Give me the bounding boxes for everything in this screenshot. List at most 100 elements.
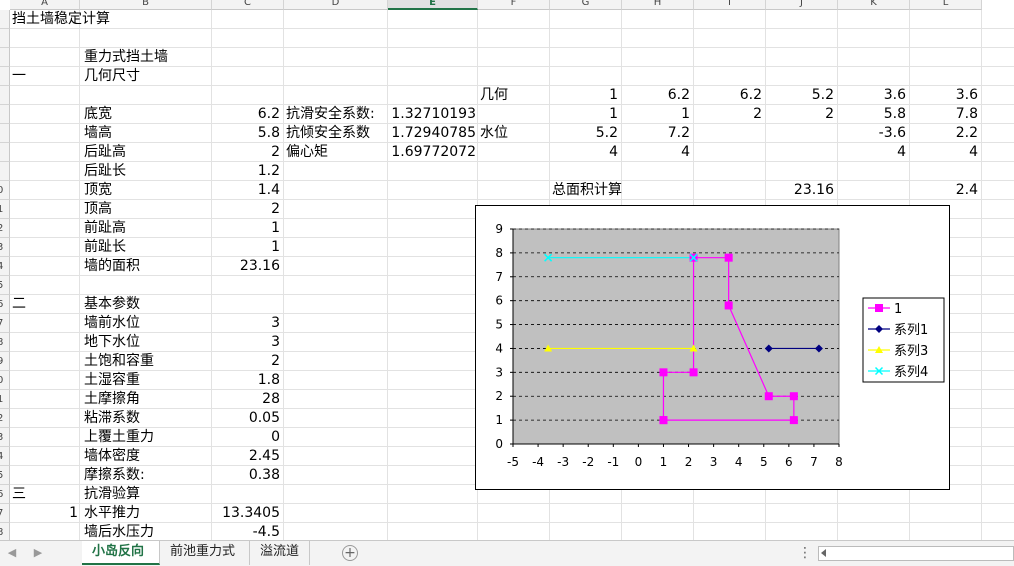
cell-wall-height-value[interactable]: 5.8 (212, 124, 280, 143)
row-header[interactable]: 3 (0, 238, 10, 257)
cell-heel-height-label[interactable]: 后趾高 (84, 143, 126, 162)
row-header[interactable]: 8 (0, 523, 10, 540)
cell-section3-label[interactable]: 抗滑验算 (84, 485, 140, 504)
row-header[interactable] (0, 162, 10, 181)
cell-ground-water-label[interactable]: 地下水位 (84, 333, 140, 352)
cell-water-r1-6[interactable]: 2.2 (910, 124, 978, 143)
cell-friction-angle-label[interactable]: 土摩擦角 (84, 390, 140, 409)
cell-heel-height-value[interactable]: 2 (212, 143, 280, 162)
column-header-E[interactable]: E (388, 0, 478, 10)
column-header-D[interactable]: D (284, 0, 388, 10)
cell-geo-x-1[interactable]: 1 (550, 86, 618, 105)
cell-wall-type[interactable]: 重力式挡土墙 (84, 48, 168, 67)
column-header-K[interactable]: K (838, 0, 910, 10)
cell-section1-label[interactable]: 几何尺寸 (84, 67, 140, 86)
cell-sat-weight-label[interactable]: 土饱和容重 (84, 352, 154, 371)
cell-section1-number[interactable]: 一 (12, 67, 26, 86)
scroll-left-icon[interactable] (821, 549, 826, 557)
cell-horizontal-thrust-label[interactable]: 水平推力 (84, 504, 140, 523)
row-header[interactable]: 1 (0, 200, 10, 219)
cell-water-r2-5[interactable]: 4 (838, 143, 906, 162)
add-sheet-icon[interactable]: + (342, 545, 358, 561)
cell-wall-density-label[interactable]: 墙体密度 (84, 447, 140, 466)
cell-cohesion-value[interactable]: 0.05 (212, 409, 280, 428)
row-header[interactable]: 2 (0, 219, 10, 238)
prev-sheet-icon[interactable]: ◀ (4, 545, 20, 561)
row-header[interactable]: 0 (0, 181, 10, 200)
row-header[interactable] (0, 10, 10, 29)
column-header-C[interactable]: C (212, 0, 284, 10)
cell-friction-coef-label[interactable]: 摩擦系数: (84, 466, 145, 485)
row-header[interactable]: 1 (0, 390, 10, 409)
row-header[interactable] (0, 105, 10, 124)
more-options-icon[interactable]: ⋮ (798, 545, 812, 561)
cell-geo-x-4[interactable]: 5.2 (766, 86, 834, 105)
spreadsheet-grid[interactable]: ABCDEFGHIJKL 0123456789012345678 挡土墙稳定计算… (0, 0, 1014, 540)
row-header[interactable] (0, 143, 10, 162)
cell-geo-y-4[interactable]: 2 (766, 105, 834, 124)
cell-title[interactable]: 挡土墙稳定计算 (12, 10, 110, 29)
row-header[interactable] (0, 29, 10, 48)
row-header[interactable]: 6 (0, 485, 10, 504)
row-header[interactable] (0, 67, 10, 86)
next-sheet-icon[interactable]: ▶ (30, 545, 46, 561)
cell-water-r1-2[interactable]: 7.2 (622, 124, 690, 143)
column-header-F[interactable]: F (478, 0, 550, 10)
cell-water-label[interactable]: 水位 (480, 124, 508, 143)
cell-water-r2-6[interactable]: 4 (910, 143, 978, 162)
cell-geo-y-6[interactable]: 7.8 (910, 105, 978, 124)
cell-wall-density-value[interactable]: 2.45 (212, 447, 280, 466)
cell-horizontal-thrust-value[interactable]: 13.3405 (212, 504, 280, 523)
cell-geo-x-5[interactable]: 3.6 (838, 86, 906, 105)
cell-total-area-extra[interactable]: 2.4 (910, 181, 978, 200)
cell-toe-height-value[interactable]: 1 (212, 219, 280, 238)
cell-heel-length-label[interactable]: 后趾长 (84, 162, 126, 181)
column-header-B[interactable]: B (80, 0, 212, 10)
cell-wet-weight-value[interactable]: 1.8 (212, 371, 280, 390)
cell-eccentric-label[interactable]: 偏心矩 (286, 143, 328, 162)
cell-water-r1-5[interactable]: -3.6 (838, 124, 906, 143)
cell-ground-water-value[interactable]: 3 (212, 333, 280, 352)
column-header-A[interactable]: A (10, 0, 80, 10)
cell-toe-length-label[interactable]: 前趾长 (84, 238, 126, 257)
cell-wet-weight-label[interactable]: 土湿容重 (84, 371, 140, 390)
cell-section3-number[interactable]: 三 (12, 485, 26, 504)
cell-heel-length-value[interactable]: 1.2 (212, 162, 280, 181)
row-header[interactable]: 6 (0, 295, 10, 314)
cell-top-height-label[interactable]: 顶高 (84, 200, 112, 219)
cell-wall-area-value[interactable]: 23.16 (212, 257, 280, 276)
row-header[interactable]: 7 (0, 504, 10, 523)
cell-geo-y-1[interactable]: 1 (550, 105, 618, 124)
row-header[interactable]: 5 (0, 276, 10, 295)
row-header[interactable]: 4 (0, 257, 10, 276)
cell-overburden-label[interactable]: 上覆土重力 (84, 428, 154, 447)
cell-item1-number[interactable]: 1 (12, 504, 78, 523)
cell-bottom-width-label[interactable]: 底宽 (84, 105, 112, 124)
cell-section2-label[interactable]: 基本参数 (84, 295, 140, 314)
cell-overturn-factor-value[interactable]: 1.72940785 (390, 124, 476, 143)
cell-friction-coef-value[interactable]: 0.38 (212, 466, 280, 485)
cell-geo-x-2[interactable]: 6.2 (622, 86, 690, 105)
row-header[interactable]: 3 (0, 428, 10, 447)
cell-wall-height-label[interactable]: 墙高 (84, 124, 112, 143)
cell-geo-y-3[interactable]: 2 (694, 105, 762, 124)
cell-bottom-width-value[interactable]: 6.2 (212, 105, 280, 124)
cell-eccentric-value[interactable]: 1.69772072 (390, 143, 476, 162)
cell-geo-x-6[interactable]: 3.6 (910, 86, 978, 105)
cell-total-area-label[interactable]: 总面积计算 (552, 181, 622, 200)
cell-toe-height-label[interactable]: 前趾高 (84, 219, 126, 238)
cell-back-water-label[interactable]: 墙后水压力 (84, 523, 154, 540)
cell-water-r1-1[interactable]: 5.2 (550, 124, 618, 143)
column-header-J[interactable]: J (766, 0, 838, 10)
column-header-H[interactable]: H (622, 0, 694, 10)
row-header[interactable] (0, 124, 10, 143)
cell-geo-y-2[interactable]: 1 (622, 105, 690, 124)
cell-toe-length-value[interactable]: 1 (212, 238, 280, 257)
sheet-tab-2[interactable]: 前池重力式 (160, 541, 250, 565)
cell-geo-x-3[interactable]: 6.2 (694, 86, 762, 105)
cell-water-r2-1[interactable]: 4 (550, 143, 618, 162)
cell-sat-weight-value[interactable]: 2 (212, 352, 280, 371)
cell-top-width-value[interactable]: 1.4 (212, 181, 280, 200)
row-header[interactable]: 8 (0, 333, 10, 352)
cell-total-area-value[interactable]: 23.16 (766, 181, 834, 200)
